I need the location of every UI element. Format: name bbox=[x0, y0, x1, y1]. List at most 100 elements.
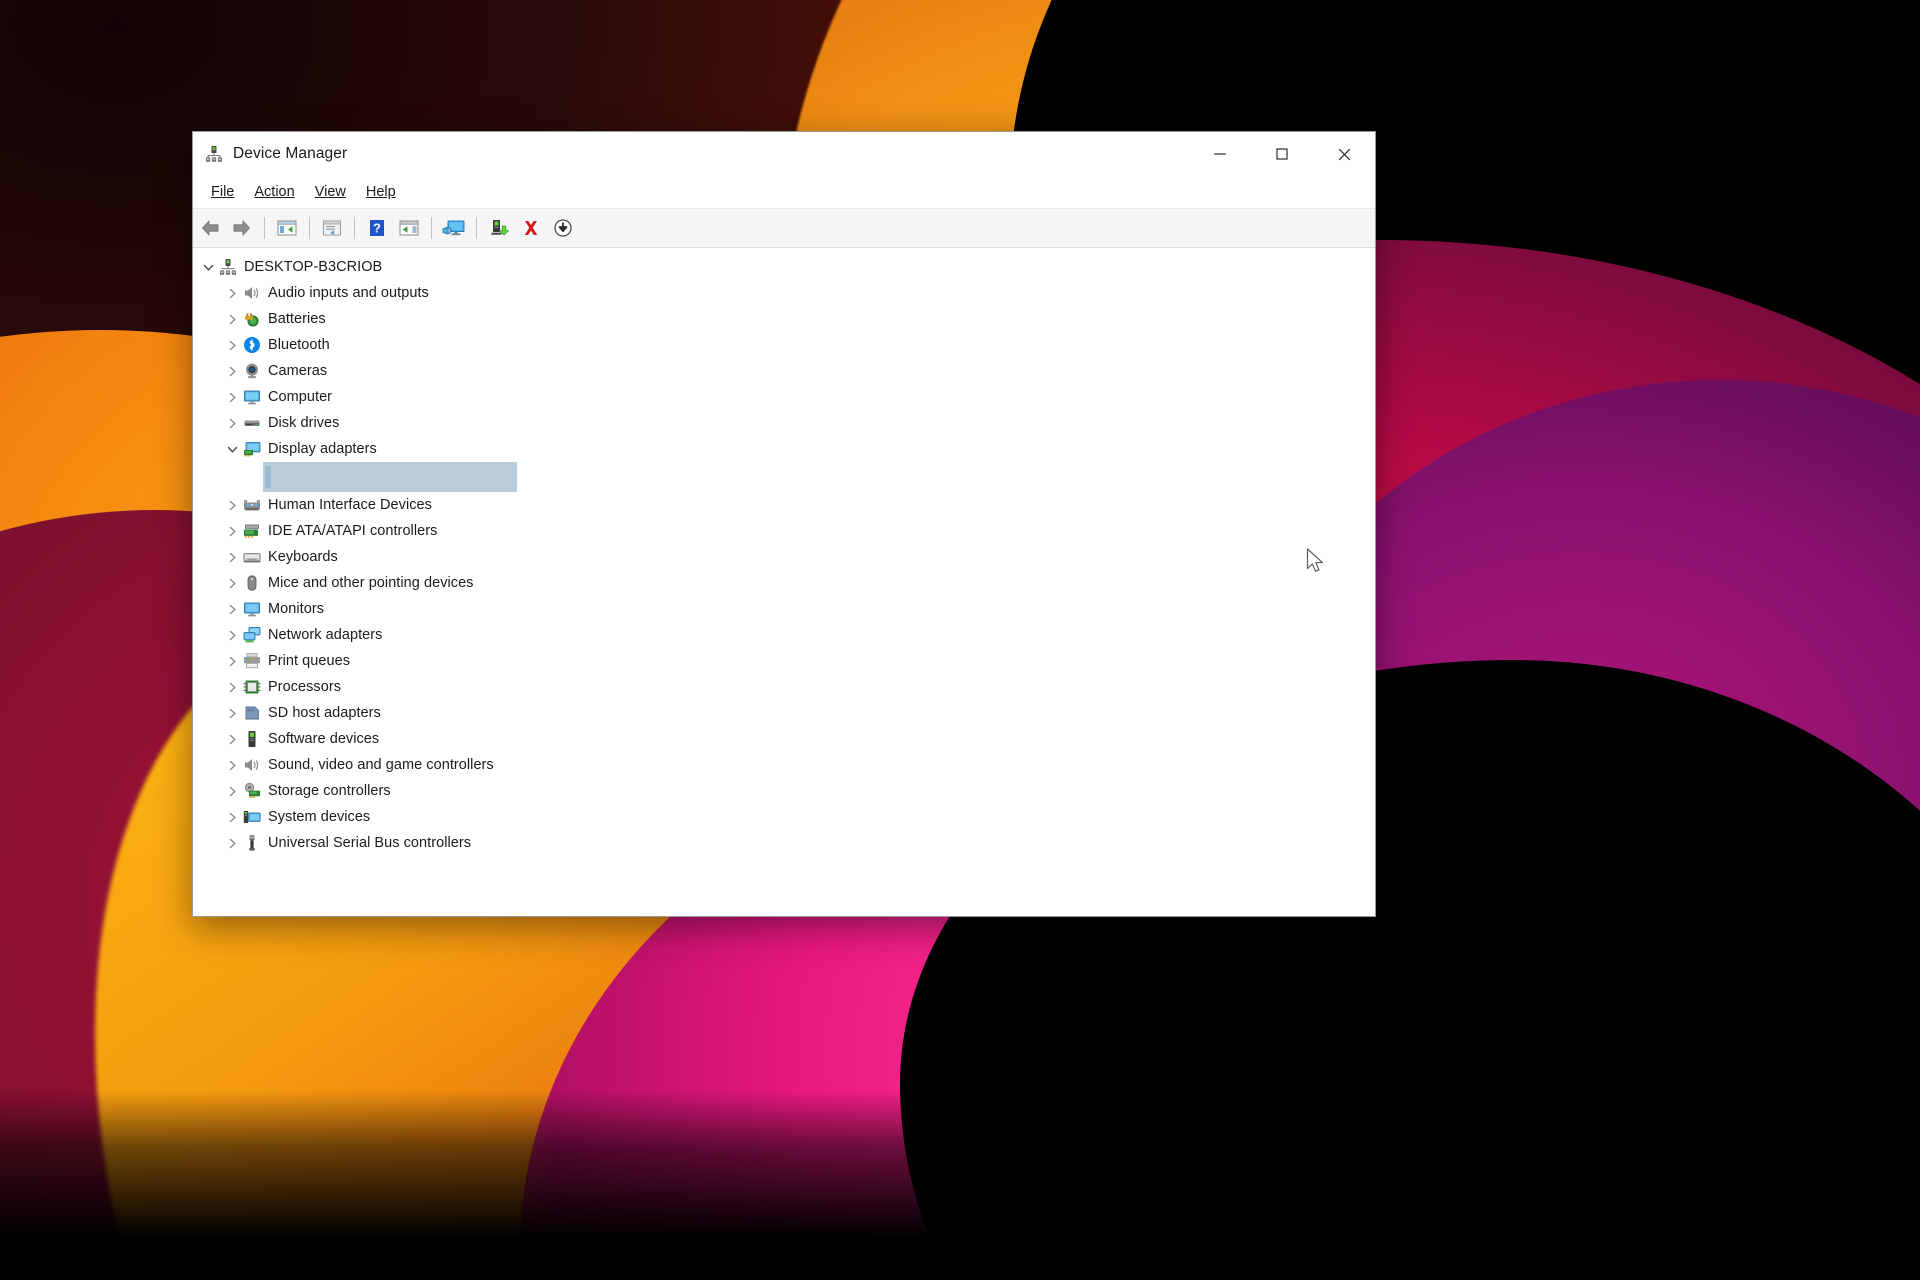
tree-label: SD host adapters bbox=[268, 705, 381, 721]
tree-row-root[interactable]: DESKTOP-B3CRIOB bbox=[193, 254, 1375, 280]
redacted-device-icon bbox=[265, 466, 271, 488]
tree-row-ide-ata-atapi-controllers[interactable]: IDE ATA/ATAPI controllers bbox=[193, 518, 1375, 544]
properties-button[interactable] bbox=[317, 213, 347, 243]
camera-icon bbox=[243, 362, 261, 380]
tree-row-system-devices[interactable]: System devices bbox=[193, 804, 1375, 830]
title-bar[interactable]: Device Manager bbox=[193, 132, 1375, 176]
menu-view-label: View bbox=[315, 184, 346, 200]
show-hide-console-tree-button[interactable] bbox=[272, 213, 302, 243]
tree-row-mice-and-other-pointing-devices[interactable]: Mice and other pointing devices bbox=[193, 570, 1375, 596]
scan-monitor-icon bbox=[442, 218, 466, 238]
tree-label-root: DESKTOP-B3CRIOB bbox=[244, 259, 382, 275]
uninstall-device-button[interactable] bbox=[516, 213, 546, 243]
chevron-right-icon[interactable] bbox=[221, 340, 243, 351]
chevron-right-icon[interactable] bbox=[221, 786, 243, 797]
tree-row-software-devices[interactable]: Software devices bbox=[193, 726, 1375, 752]
tree-row-human-interface-devices[interactable]: Human Interface Devices bbox=[193, 492, 1375, 518]
chevron-right-icon[interactable] bbox=[221, 366, 243, 377]
usb-icon bbox=[243, 834, 261, 852]
chevron-down-icon[interactable] bbox=[197, 262, 219, 273]
tree-row-print-queues[interactable]: Print queues bbox=[193, 648, 1375, 674]
chevron-right-icon[interactable] bbox=[221, 526, 243, 537]
scan-hardware-changes-button[interactable] bbox=[439, 213, 469, 243]
tree-label: Cameras bbox=[268, 363, 327, 379]
tree-row-cameras[interactable]: Cameras bbox=[193, 358, 1375, 384]
forward-arrow-icon bbox=[231, 218, 253, 238]
tree-label: Mice and other pointing devices bbox=[268, 575, 473, 591]
menu-bar[interactable]: File Action View Help bbox=[193, 176, 1375, 209]
chevron-down-icon[interactable] bbox=[221, 444, 243, 455]
ide-controller-icon bbox=[243, 522, 261, 540]
chevron-right-icon[interactable] bbox=[221, 288, 243, 299]
help-button[interactable]: ? bbox=[362, 213, 392, 243]
menu-item-file[interactable]: File bbox=[201, 181, 244, 203]
chevron-right-icon[interactable] bbox=[221, 604, 243, 615]
chevron-right-icon[interactable] bbox=[221, 418, 243, 429]
maximize-button[interactable] bbox=[1251, 132, 1313, 176]
speaker-icon bbox=[243, 284, 261, 302]
tree-row-monitors[interactable]: Monitors bbox=[193, 596, 1375, 622]
chevron-right-icon[interactable] bbox=[221, 838, 243, 849]
tree-row-bluetooth[interactable]: Bluetooth bbox=[193, 332, 1375, 358]
update-driver-button[interactable] bbox=[394, 213, 424, 243]
tree-row-selected-display-adapter[interactable] bbox=[193, 462, 1375, 492]
tree-label: IDE ATA/ATAPI controllers bbox=[268, 523, 437, 539]
menu-item-action[interactable]: Action bbox=[244, 181, 304, 203]
add-device-icon bbox=[488, 218, 510, 238]
menu-item-view[interactable]: View bbox=[305, 181, 356, 203]
chevron-right-icon[interactable] bbox=[221, 314, 243, 325]
svg-text:?: ? bbox=[373, 221, 381, 236]
tree-row-computer[interactable]: Computer bbox=[193, 384, 1375, 410]
tree-row-display-adapters[interactable]: Display adapters bbox=[193, 436, 1375, 462]
tree-label: Software devices bbox=[268, 731, 379, 747]
chevron-right-icon[interactable] bbox=[221, 552, 243, 563]
chevron-right-icon[interactable] bbox=[221, 500, 243, 511]
chevron-right-icon[interactable] bbox=[221, 682, 243, 693]
toolbar-separator bbox=[309, 217, 310, 239]
menu-item-help[interactable]: Help bbox=[356, 181, 406, 203]
tree-row-keyboards[interactable]: Keyboards bbox=[193, 544, 1375, 570]
tree-label: Sound, video and game controllers bbox=[268, 757, 494, 773]
chevron-right-icon[interactable] bbox=[221, 708, 243, 719]
tree-row-sd-host-adapters[interactable]: SD host adapters bbox=[193, 700, 1375, 726]
tree-row-network-adapters[interactable]: Network adapters bbox=[193, 622, 1375, 648]
software-device-icon bbox=[243, 730, 261, 748]
properties-icon bbox=[321, 218, 343, 238]
mouse-icon bbox=[243, 574, 261, 592]
device-manager-window[interactable]: Device Manager File Action bbox=[192, 131, 1376, 917]
tree-row-universal-serial-bus-controllers[interactable]: Universal Serial Bus controllers bbox=[193, 830, 1375, 856]
console-tree-icon bbox=[276, 218, 298, 238]
chevron-right-icon[interactable] bbox=[221, 734, 243, 745]
chevron-right-icon[interactable] bbox=[221, 630, 243, 641]
monitor-icon bbox=[243, 388, 261, 406]
help-question-icon: ? bbox=[366, 218, 388, 238]
tree-label: Universal Serial Bus controllers bbox=[268, 835, 471, 851]
tree-row-sound-video-and-game-controllers[interactable]: Sound, video and game controllers bbox=[193, 752, 1375, 778]
disk-drive-icon bbox=[243, 414, 261, 432]
chevron-right-icon[interactable] bbox=[221, 760, 243, 771]
forward-button[interactable] bbox=[227, 213, 257, 243]
tree-row-storage-controllers[interactable]: Storage controllers bbox=[193, 778, 1375, 804]
toolbar[interactable]: ? bbox=[193, 209, 1375, 248]
chevron-right-icon[interactable] bbox=[221, 392, 243, 403]
tree-label: Print queues bbox=[268, 653, 350, 669]
minimize-button[interactable] bbox=[1189, 132, 1251, 176]
add-legacy-hardware-button[interactable] bbox=[484, 213, 514, 243]
display-adapter-icon bbox=[243, 440, 261, 458]
sd-card-icon bbox=[243, 704, 261, 722]
chevron-right-icon[interactable] bbox=[221, 656, 243, 667]
back-button[interactable] bbox=[195, 213, 225, 243]
tree-row-audio-inputs-and-outputs[interactable]: Audio inputs and outputs bbox=[193, 280, 1375, 306]
computer-root-icon bbox=[219, 258, 237, 276]
chevron-right-icon[interactable] bbox=[221, 812, 243, 823]
device-tree[interactable]: DESKTOP-B3CRIOB Audio inputs and outputs… bbox=[193, 248, 1375, 916]
chevron-right-icon[interactable] bbox=[221, 578, 243, 589]
close-button[interactable] bbox=[1313, 132, 1375, 176]
selection-highlight[interactable] bbox=[263, 462, 517, 492]
disable-device-button[interactable] bbox=[548, 213, 578, 243]
printer-icon bbox=[243, 652, 261, 670]
tree-row-disk-drives[interactable]: Disk drives bbox=[193, 410, 1375, 436]
tree-row-batteries[interactable]: Batteries bbox=[193, 306, 1375, 332]
tree-row-processors[interactable]: Processors bbox=[193, 674, 1375, 700]
toolbar-separator bbox=[431, 217, 432, 239]
